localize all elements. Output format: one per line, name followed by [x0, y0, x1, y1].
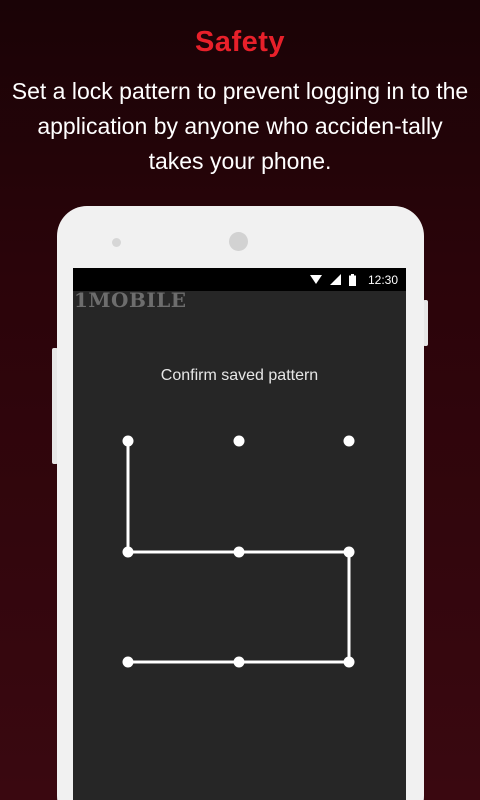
- lock-pattern-grid[interactable]: [73, 268, 406, 800]
- pattern-dot-1[interactable]: [122, 435, 134, 447]
- pattern-dot-7[interactable]: [122, 656, 134, 668]
- pattern-dot-9[interactable]: [343, 656, 355, 668]
- pattern-dot-8[interactable]: [233, 656, 245, 668]
- feature-description: Set a lock pattern to prevent logging in…: [10, 74, 470, 179]
- pattern-dot-4[interactable]: [122, 546, 134, 558]
- pattern-dot-5[interactable]: [233, 546, 245, 558]
- pattern-dot-3[interactable]: [343, 435, 355, 447]
- pattern-dot-2[interactable]: [233, 435, 245, 447]
- phone-sensor: [112, 238, 121, 247]
- phone-screen: 12:30 1MOBILE Confirm saved pattern: [73, 268, 406, 800]
- feature-description-text: Set a lock pattern to prevent logging in…: [11, 78, 469, 174]
- phone-camera: [229, 232, 248, 251]
- pattern-dot-6[interactable]: [343, 546, 355, 558]
- feature-title: Safety: [194, 26, 286, 58]
